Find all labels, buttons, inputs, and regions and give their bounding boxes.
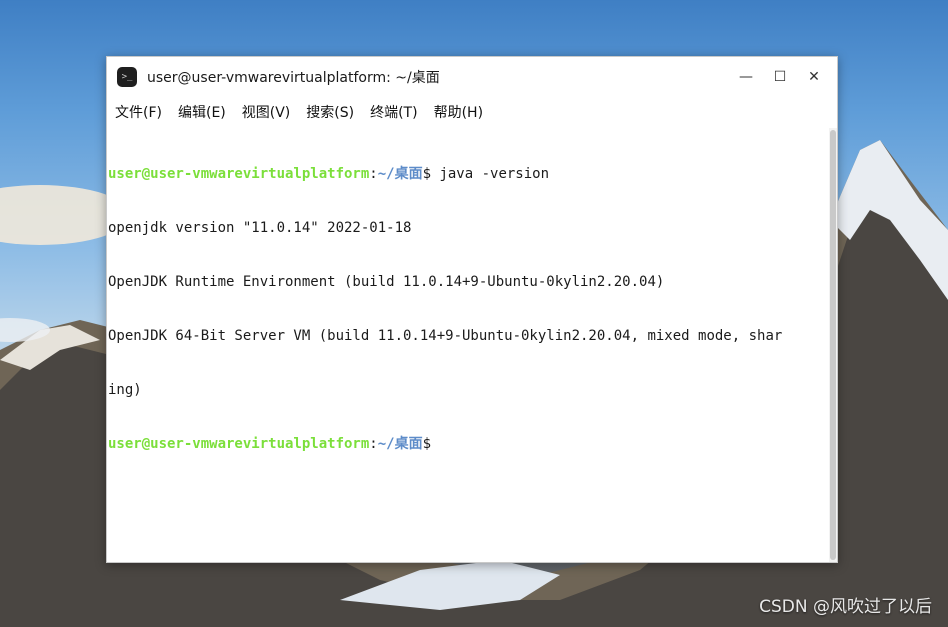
close-button[interactable]: ✕: [797, 65, 831, 89]
prompt-separator: :: [369, 166, 378, 182]
prompt-symbol: $: [422, 166, 440, 182]
terminal-line-command: user@user-vmwarevirtualplatform:~/桌面$ ja…: [108, 165, 837, 183]
menu-view[interactable]: 视图(V): [242, 102, 291, 122]
prompt-user: user@user-vmwarevirtualplatform: [108, 166, 370, 182]
maximize-button[interactable]: ☐: [763, 65, 797, 89]
prompt-path: ~/桌面: [377, 166, 423, 182]
menu-terminal[interactable]: 终端(T): [370, 102, 417, 122]
menu-file[interactable]: 文件(F): [115, 102, 162, 122]
terminal-app-icon: >_: [117, 67, 137, 87]
prompt-separator: :: [369, 436, 378, 452]
terminal-line-prompt: user@user-vmwarevirtualplatform:~/桌面$: [108, 435, 837, 453]
terminal-output-line: openjdk version "11.0.14" 2022-01-18: [108, 220, 412, 236]
menu-edit[interactable]: 编辑(E): [178, 102, 226, 122]
menu-bar: 文件(F) 编辑(E) 视图(V) 搜索(S) 终端(T) 帮助(H): [107, 97, 837, 127]
window-controls: — ☐ ✕: [729, 65, 831, 89]
minimize-button[interactable]: —: [729, 65, 763, 89]
prompt-path: ~/桌面: [377, 436, 423, 452]
title-bar[interactable]: >_ user@user-vmwarevirtualplatform: ~/桌面…: [107, 57, 837, 97]
window-title: user@user-vmwarevirtualplatform: ~/桌面: [147, 70, 440, 86]
vertical-scrollbar[interactable]: [829, 128, 837, 562]
menu-help[interactable]: 帮助(H): [434, 102, 483, 122]
command-text: java -version: [439, 166, 550, 182]
terminal-output-line: OpenJDK 64-Bit Server VM (build 11.0.14+…: [108, 328, 783, 344]
prompt-symbol: $: [422, 436, 440, 452]
prompt-user: user@user-vmwarevirtualplatform: [108, 436, 370, 452]
terminal-output-area[interactable]: user@user-vmwarevirtualplatform:~/桌面$ ja…: [107, 128, 837, 562]
scrollbar-thumb[interactable]: [830, 130, 836, 560]
terminal-output-line: ing): [108, 382, 142, 398]
terminal-window: >_ user@user-vmwarevirtualplatform: ~/桌面…: [106, 56, 838, 563]
watermark: CSDN @风吹过了以后: [759, 597, 932, 617]
terminal-output-line: OpenJDK Runtime Environment (build 11.0.…: [108, 274, 665, 290]
menu-search[interactable]: 搜索(S): [306, 102, 354, 122]
